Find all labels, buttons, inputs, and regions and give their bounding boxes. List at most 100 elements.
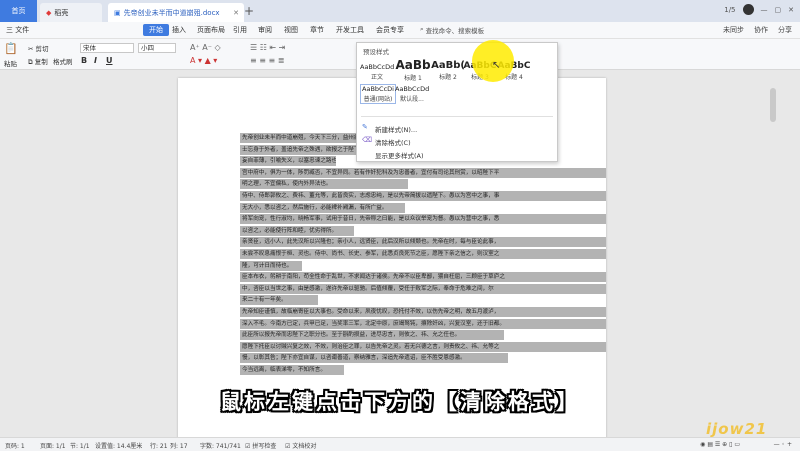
- document-line[interactable]: 先帝创业未半而中道崩殂，今天下三分，益州疲弊，此诚危急存: [240, 133, 365, 143]
- cut-label: 剪切: [35, 45, 49, 53]
- search-icon: ⌕: [420, 25, 424, 33]
- menu-page-layout[interactable]: 页面布局: [197, 25, 225, 35]
- video-caption: 鼠标左键点击下方的【清除格式】: [220, 390, 580, 414]
- check-icon: ☑: [245, 443, 251, 450]
- document-line[interactable]: 今当远离，临表涕零，不知所言。: [240, 365, 344, 375]
- scissors-icon: ✂: [28, 45, 34, 53]
- copy-button[interactable]: ⧉ 复制: [28, 56, 48, 67]
- more-styles-menu-item[interactable]: 显示更多样式(A): [375, 150, 424, 160]
- cut-button[interactable]: ✂ 剪切: [28, 43, 49, 53]
- style-normal-label: 正文: [370, 74, 383, 81]
- document-line[interactable]: 以咨之，必能使行阵和睦，优劣得所。: [240, 225, 354, 236]
- menu-insert[interactable]: 插入: [172, 25, 186, 35]
- spell-check-label: 拼写检查: [252, 443, 277, 450]
- proofread-button[interactable]: ☑ 文档校对: [285, 441, 316, 450]
- zoom-slider[interactable]: — ◦ +: [774, 441, 792, 448]
- format-painter-button[interactable]: 格式刷: [53, 56, 73, 66]
- status-setting: 设置值: 14.4厘米: [95, 443, 143, 450]
- bold-button[interactable]: B: [81, 56, 87, 65]
- style-normal-sample: AaBbCcDd: [360, 63, 395, 71]
- italic-button[interactable]: I: [94, 56, 97, 65]
- font-name-select[interactable]: 宋体: [80, 43, 134, 53]
- status-row: 行: 21: [150, 443, 168, 450]
- status-col: 列: 17: [170, 443, 188, 450]
- document-line[interactable]: 无大小，悉以咨之，然后施行，必能裨补阙漏，有所广益。: [240, 202, 405, 213]
- style-heading-2[interactable]: AaBb( 标题 2: [431, 60, 465, 81]
- document-line[interactable]: 中，咨臣以当世之事，由是感激，遂许先帝以驱驰。后值倾覆，受任于败军之际，奉命于危…: [240, 283, 606, 294]
- document-line[interactable]: 隆，可计日而待也。: [240, 260, 302, 271]
- document-icon: ▣: [114, 8, 121, 17]
- style-default-para[interactable]: AaBbCcDd 默认段...: [395, 85, 429, 103]
- status-section: 节: 1/1: [70, 443, 90, 450]
- close-window-icon[interactable]: ✕: [788, 6, 794, 14]
- close-tab-icon[interactable]: ✕: [233, 9, 239, 17]
- share-button[interactable]: 分享: [778, 25, 792, 35]
- tab-home[interactable]: 首页: [0, 0, 37, 22]
- font-color-icon[interactable]: A ▾ ▲ ▾: [190, 56, 217, 65]
- document-line[interactable]: 臣本布衣，躬耕于南阳，苟全性命于乱世，不求闻达于诸侯。先帝不以臣卑鄙，猥自枉屈，…: [240, 272, 606, 283]
- document-line[interactable]: 深入不毛。今南方已定，兵甲已足，当奖率三军，北定中原，庶竭驽钝，攘除奸凶，兴复汉…: [240, 318, 606, 329]
- style-heading-1[interactable]: AaBb 标题 1: [395, 58, 431, 82]
- new-style-menu-item[interactable]: 新建样式(N)...: [375, 124, 417, 134]
- check-icon: ☑: [285, 443, 291, 450]
- document-line[interactable]: 妄自菲薄，引喻失义，以塞忠谏之路也。: [240, 156, 336, 167]
- docer-icon: ◆: [46, 8, 52, 17]
- menu-references[interactable]: 引用: [233, 25, 247, 35]
- document-line[interactable]: 宫中府中，俱为一体，陟罚臧否，不宜异同。若有作奸犯科及为忠善者，宜付有司论其刑赏…: [240, 167, 606, 178]
- menu-developer[interactable]: 开发工具: [336, 25, 364, 35]
- style-heading-2-label: 标题 2: [439, 74, 457, 81]
- menu-chapter[interactable]: 章节: [310, 25, 324, 35]
- styles-header: 预设样式: [363, 48, 389, 56]
- collaborate-button[interactable]: 协作: [754, 25, 768, 35]
- document-line[interactable]: 侍中、侍郎郭攸之、费祎、董允等，此皆良实，志虑忠纯，是以先帝简拔以遗陛下。愚以为…: [240, 191, 606, 201]
- status-words[interactable]: 字数: 741/741: [200, 441, 241, 450]
- list-icon[interactable]: ☰ ☷ ⇤ ⇥: [250, 43, 285, 52]
- watermark-logo: ijow21: [706, 420, 768, 438]
- menu-bar: 三 文件 开始 插入 页面布局 引用 审阅 视图 章节 开发工具 会员专享 ⌕ …: [0, 22, 800, 39]
- minimize-icon[interactable]: —: [761, 6, 768, 14]
- document-line[interactable]: 明之理，不宜偏私，使内外异法也。: [240, 179, 408, 190]
- copy-label: 复制: [34, 58, 48, 66]
- menu-start[interactable]: 开始: [143, 24, 169, 36]
- style-normal-web[interactable]: AaBbCcDi 普通(网站): [360, 84, 396, 104]
- menu-member[interactable]: 会员专享: [376, 25, 404, 35]
- menu-view[interactable]: 视图: [284, 25, 298, 35]
- style-normal[interactable]: AaBbCcDd 正文: [360, 63, 394, 81]
- sync-status[interactable]: 未同步: [723, 25, 744, 35]
- document-line[interactable]: 士忘身于外者，盖追先帝之殊遇，欲报之于陛下也。诚宜开张圣听: [240, 144, 365, 155]
- underline-button[interactable]: U: [106, 56, 113, 65]
- style-heading-1-sample: AaBb: [395, 58, 431, 72]
- document-line[interactable]: 亲贤臣，远小人，此先汉所以兴隆也；亲小人，远贤臣，此后汉所以倾颓也。先帝在时，每…: [240, 237, 606, 248]
- font-size-select[interactable]: 小四: [138, 43, 176, 53]
- document-line[interactable]: 先帝知臣谨慎，故临崩寄臣以大事也。受命以来，夙夜忧叹，恐托付不效，以伤先帝之明，…: [240, 307, 606, 317]
- document-line[interactable]: 此臣所以报先帝而忠陛下之职分也。至于斟酌损益，进尽忠言，则攸之、祎、允之任也。: [240, 330, 504, 341]
- clear-format-icon: ⌫: [362, 136, 372, 144]
- tab-docer[interactable]: ◆ 稻壳: [40, 3, 102, 22]
- font-grow-icon[interactable]: A⁺ A⁻ ◇: [190, 43, 221, 52]
- document-line[interactable]: 将军向宠，性行淑均，晓畅军事，试用于昔日，先帝称之曰能，是以众议举宠为督。愚以为…: [240, 214, 606, 225]
- page-count-badge: 1/5: [724, 5, 736, 14]
- tab-document[interactable]: ▣ 先帝创业未半而中道崩殂.docx ✕: [108, 3, 244, 22]
- paste-icon[interactable]: 📋: [4, 42, 18, 55]
- align-icon[interactable]: ≡ ≡ ≡ ≣: [250, 56, 284, 65]
- document-line[interactable]: 未尝不叹息痛恨于桓、灵也。侍中、尚书、长史、参军，此悉贞良死节之臣，愿陛下亲之信…: [240, 249, 606, 259]
- proofread-label: 文档校对: [292, 443, 317, 450]
- view-mode-icons[interactable]: ◉ ▤ ☰ ⊕ ▯ ▭: [700, 441, 740, 448]
- search-placeholder: 查找命令、搜索模板: [425, 26, 485, 35]
- menu-review[interactable]: 审阅: [258, 25, 272, 35]
- search-box[interactable]: ⌕ 查找命令、搜索模板: [420, 24, 486, 35]
- clear-format-menu-item[interactable]: 清除格式(C): [375, 137, 411, 147]
- tab-docer-label: 稻壳: [54, 8, 69, 17]
- document-line[interactable]: 愿陛下托臣以讨贼兴复之效，不效，则治臣之罪，以告先帝之灵。若无兴德之言，则责攸之…: [240, 341, 606, 352]
- menu-file[interactable]: 三 文件: [6, 25, 29, 35]
- new-tab-button[interactable]: +: [244, 4, 254, 18]
- style-heading-1-label: 标题 1: [404, 75, 422, 82]
- document-line[interactable]: 来二十有一年矣。: [240, 295, 318, 306]
- spell-check-button[interactable]: ☑ 拼写检查: [245, 441, 276, 450]
- avatar[interactable]: [742, 4, 754, 15]
- document-line[interactable]: 慢，以彰其咎；陛下亦宜自谋，以咨诹善道，察纳雅言，深追先帝遗诏，臣不胜受恩感激。: [240, 353, 508, 364]
- mouse-pointer-icon: ↖: [492, 60, 501, 71]
- vertical-scrollbar[interactable]: [770, 88, 776, 122]
- maximize-icon[interactable]: ▢: [775, 6, 782, 14]
- paste-button[interactable]: 粘贴: [4, 58, 17, 68]
